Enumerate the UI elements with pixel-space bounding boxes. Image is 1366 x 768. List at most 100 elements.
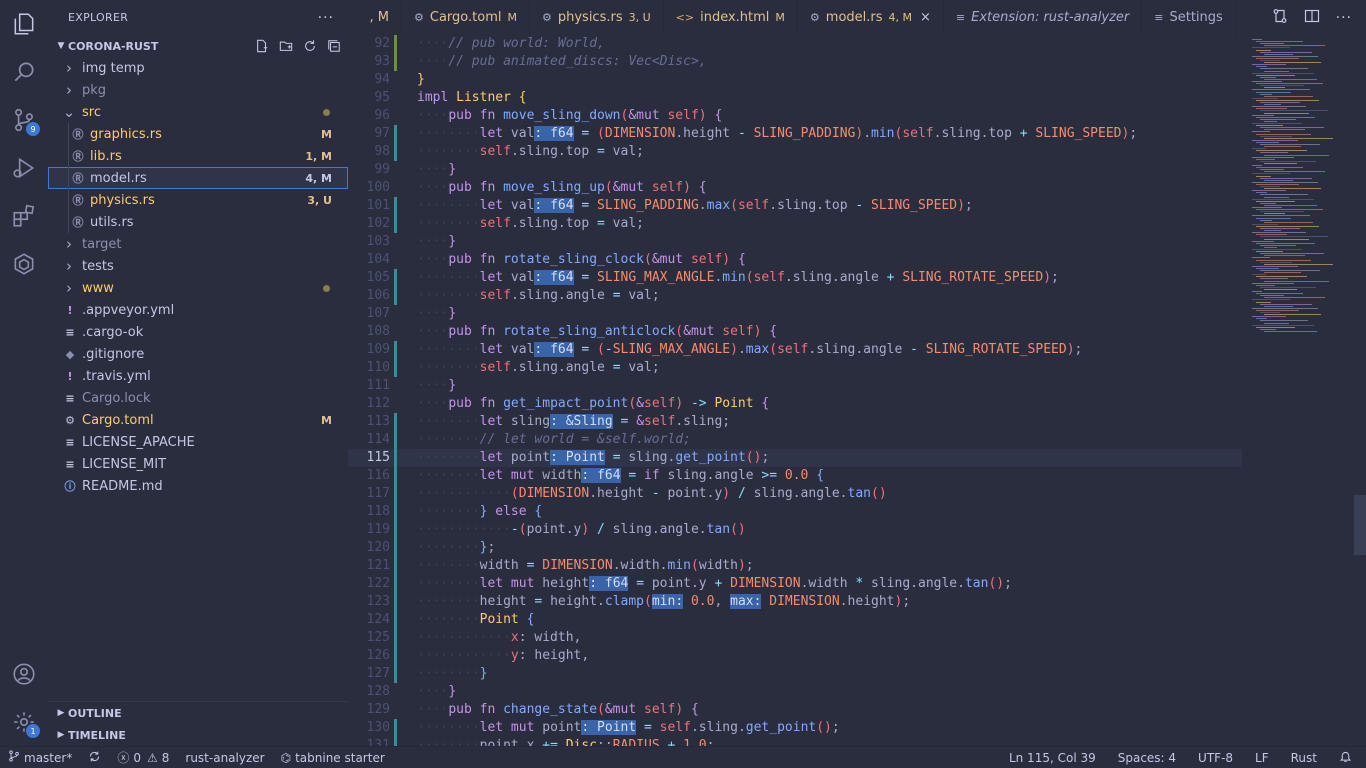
code-line[interactable]: 117 ············(DIMENSION.height - point… xyxy=(348,485,1242,503)
file-.gitignore[interactable]: ◆ .gitignore xyxy=(48,343,348,365)
tab-model-rs[interactable]: ⚙ model.rs 4, M × xyxy=(797,0,944,35)
problems-indicator[interactable]: ⓧ 0 ⚠ 8 xyxy=(109,747,177,768)
code-line[interactable]: 106 ········self.sling.angle = val; xyxy=(348,287,1242,305)
folder-www[interactable]: › www xyxy=(48,277,348,299)
code-line[interactable]: 129 ····pub fn change_state(&mut self) { xyxy=(348,701,1242,719)
code-line[interactable]: 119 ············-(point.y) / sling.angle.… xyxy=(348,521,1242,539)
extensions-icon[interactable] xyxy=(0,192,48,240)
code-line[interactable]: 94} xyxy=(348,71,1242,89)
folder-src[interactable]: ⌄ src xyxy=(48,101,348,123)
code-line[interactable]: 97 ········let val: f64 = (DIMENSION.heig… xyxy=(348,125,1242,143)
rust-analyzer-status[interactable]: rust-analyzer xyxy=(177,747,272,768)
code-line[interactable]: 131 ········point.x += Disc::RADIUS + 1.0… xyxy=(348,737,1242,746)
remote-explorer-icon[interactable] xyxy=(0,240,48,288)
explorer-icon[interactable] xyxy=(0,0,48,48)
open-changes-icon[interactable] xyxy=(1272,8,1288,28)
new-folder-icon[interactable] xyxy=(278,38,294,54)
code-line[interactable]: 99 ····} xyxy=(348,161,1242,179)
code-line[interactable]: 128 ····} xyxy=(348,683,1242,701)
minimap[interactable] xyxy=(1242,35,1366,746)
code-line[interactable]: 115 ········let point: Point = sling.get_… xyxy=(348,449,1242,467)
sync-button[interactable] xyxy=(80,747,109,768)
encoding[interactable]: UTF-8 xyxy=(1190,747,1247,768)
close-icon[interactable]: × xyxy=(920,10,931,25)
settings-gear-icon[interactable]: 1 xyxy=(0,698,48,746)
editor-scrollbar[interactable] xyxy=(1354,495,1366,555)
code-line[interactable]: 100 ····pub fn move_sling_up(&mut self) { xyxy=(348,179,1242,197)
code-line[interactable]: 111 ····} xyxy=(348,377,1242,395)
tab-extension-rust-analyzer[interactable]: ≡ Extension: rust-analyzer xyxy=(944,0,1143,35)
search-icon[interactable] xyxy=(0,48,48,96)
tab-cargo-toml[interactable]: ⚙ Cargo.toml M xyxy=(402,0,530,35)
code-line[interactable]: 130 ········let mut point: Point = self.s… xyxy=(348,719,1242,737)
file-physics.rs[interactable]: Ⓡphysics.rs 3, U xyxy=(48,189,348,211)
code-line[interactable]: 103 ····} xyxy=(348,233,1242,251)
code-line[interactable]: 102 ········self.sling.top = val; xyxy=(348,215,1242,233)
file-.travis.yml[interactable]: ! .travis.yml xyxy=(48,365,348,387)
code-line[interactable]: 92 ····// pub world: World, xyxy=(348,35,1242,53)
timeline-section-header[interactable]: ▶ TIMELINE xyxy=(48,724,348,746)
code-line[interactable]: 126 ············y: height, xyxy=(348,647,1242,665)
code-line[interactable]: 104 ····pub fn rotate_sling_clock(&mut se… xyxy=(348,251,1242,269)
file-LICENSE_APACHE[interactable]: ≡ LICENSE_APACHE xyxy=(48,431,348,453)
code-line[interactable]: 114 ········// let world = &self.world; xyxy=(348,431,1242,449)
tab-index-html[interactable]: <> index.html M xyxy=(664,0,798,35)
code-line[interactable]: 113 ········let sling: &Sling = &self.sli… xyxy=(348,413,1242,431)
tab-settings[interactable]: ≡ Settings xyxy=(1142,0,1236,35)
tab-m[interactable]: , M xyxy=(348,0,402,35)
code-line[interactable]: 120 ········}; xyxy=(348,539,1242,557)
code-line[interactable]: 107 ····} xyxy=(348,305,1242,323)
code-line[interactable]: 121 ········width = DIMENSION.width.min(w… xyxy=(348,557,1242,575)
file-graphics.rs[interactable]: Ⓡgraphics.rs M xyxy=(48,123,348,145)
file-Cargo.toml[interactable]: ⚙ Cargo.toml M xyxy=(48,409,348,431)
code-line[interactable]: 101 ········let val: f64 = SLING_PADDING.… xyxy=(348,197,1242,215)
split-editor-icon[interactable] xyxy=(1304,8,1320,28)
folder-img-temp[interactable]: › img temp xyxy=(48,57,348,79)
code-line[interactable]: 108 ····pub fn rotate_sling_anticlock(&mu… xyxy=(348,323,1242,341)
file-LICENSE_MIT[interactable]: ≡ LICENSE_MIT xyxy=(48,453,348,475)
code-line[interactable]: 124 ········Point { xyxy=(348,611,1242,629)
branch-indicator[interactable]: master* xyxy=(0,747,80,768)
run-debug-icon[interactable] xyxy=(0,144,48,192)
code-line[interactable]: 123 ········height = height.clamp(min: 0.… xyxy=(348,593,1242,611)
code-line[interactable]: 110 ········self.sling.angle = val; xyxy=(348,359,1242,377)
file-utils.rs[interactable]: Ⓡutils.rs xyxy=(48,211,348,233)
language-mode[interactable]: Rust xyxy=(1283,747,1331,768)
new-file-icon[interactable] xyxy=(254,38,270,54)
folder-tests[interactable]: › tests xyxy=(48,255,348,277)
code-line[interactable]: 127 ········} xyxy=(348,665,1242,683)
folder-pkg[interactable]: › pkg xyxy=(48,79,348,101)
file-.appveyor.yml[interactable]: ! .appveyor.yml xyxy=(48,299,348,321)
code-line[interactable]: 122 ········let mut height: f64 = point.y… xyxy=(348,575,1242,593)
file-README.md[interactable]: ⓘ README.md xyxy=(48,475,348,497)
more-actions-icon[interactable]: ··· xyxy=(318,10,334,26)
tabnine-status[interactable]: ⌬ tabnine starter xyxy=(273,747,393,768)
code-line[interactable]: 105 ········let val: f64 = SLING_MAX_ANGL… xyxy=(348,269,1242,287)
code-line[interactable]: 116 ········let mut width: f64 = if sling… xyxy=(348,467,1242,485)
code-line[interactable]: 112 ····pub fn get_impact_point(&self) ->… xyxy=(348,395,1242,413)
code-line[interactable]: 109 ········let val: f64 = (-SLING_MAX_AN… xyxy=(348,341,1242,359)
code-line[interactable]: 118 ········} else { xyxy=(348,503,1242,521)
more-actions-icon[interactable]: ··· xyxy=(1336,10,1352,26)
notifications-bell[interactable] xyxy=(1331,747,1366,768)
folder-target[interactable]: › target xyxy=(48,233,348,255)
tab-physics-rs[interactable]: ⚙ physics.rs 3, U xyxy=(530,0,664,35)
workspace-section-header[interactable]: ▼ CORONA-RUST xyxy=(48,35,348,57)
outline-section-header[interactable]: ▶ OUTLINE xyxy=(48,702,348,724)
source-control-icon[interactable]: 9 xyxy=(0,96,48,144)
code-line[interactable]: 96 ····pub fn move_sling_down(&mut self) … xyxy=(348,107,1242,125)
refresh-icon[interactable] xyxy=(302,38,318,54)
file-Cargo.lock[interactable]: ≡ Cargo.lock xyxy=(48,387,348,409)
code-editor[interactable]: 92 ····// pub world: World, 93 ····// pub a… xyxy=(348,35,1366,746)
end-of-line[interactable]: LF xyxy=(1247,747,1283,768)
file-model.rs[interactable]: Ⓡmodel.rs 4, M xyxy=(48,167,348,189)
code-line[interactable]: 95 impl Listner { xyxy=(348,89,1242,107)
code-line[interactable]: 93 ····// pub animated_discs: Vec<Disc>, xyxy=(348,53,1242,71)
code-line[interactable]: 98 ········self.sling.top = val; xyxy=(348,143,1242,161)
code-line[interactable]: 125 ············x: width, xyxy=(348,629,1242,647)
file-lib.rs[interactable]: Ⓡlib.rs 1, M xyxy=(48,145,348,167)
cursor-position[interactable]: Ln 115, Col 39 xyxy=(1001,747,1110,768)
account-icon[interactable] xyxy=(0,650,48,698)
file-.cargo-ok[interactable]: ≡ .cargo-ok xyxy=(48,321,348,343)
collapse-all-icon[interactable] xyxy=(326,38,342,54)
